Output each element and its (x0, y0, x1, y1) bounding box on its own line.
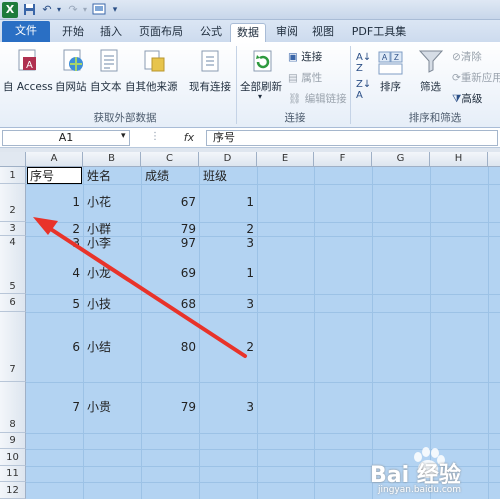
watermark-url: jingyan.baidu.com (378, 485, 462, 495)
annotation-arrow-icon (33, 217, 247, 358)
baidu-jingyan-watermark: Bai 经验 jingyan.baidu.com (370, 447, 498, 497)
